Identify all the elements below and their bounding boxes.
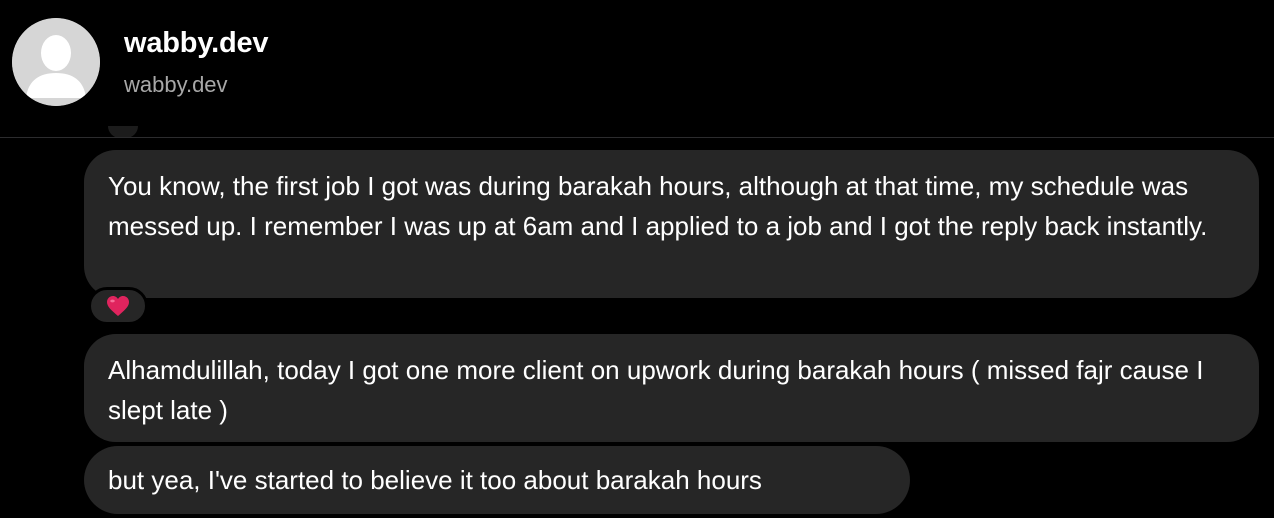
message-reaction[interactable] bbox=[88, 287, 148, 325]
red-heart-icon bbox=[107, 296, 129, 316]
message-text: but yea, I've started to believe it too … bbox=[108, 465, 762, 495]
header-divider bbox=[0, 137, 1274, 138]
message-bubble[interactable]: You know, the first job I got was during… bbox=[84, 150, 1259, 298]
message-text: Alhamdulillah, today I got one more clie… bbox=[108, 355, 1204, 425]
contact-name[interactable]: wabby.dev bbox=[124, 27, 269, 60]
message-text: You know, the first job I got was during… bbox=[108, 171, 1208, 241]
avatar[interactable] bbox=[12, 18, 100, 106]
message-bubble[interactable]: Alhamdulillah, today I got one more clie… bbox=[84, 334, 1259, 442]
contact-handle: wabby.dev bbox=[124, 72, 228, 97]
message-bubble[interactable]: but yea, I've started to believe it too … bbox=[84, 446, 910, 514]
chat-header: wabby.dev wabby.dev bbox=[0, 0, 1274, 138]
chat-screen: wabby.dev wabby.dev You know, the first … bbox=[0, 0, 1274, 518]
default-profile-silhouette-icon bbox=[12, 18, 100, 106]
